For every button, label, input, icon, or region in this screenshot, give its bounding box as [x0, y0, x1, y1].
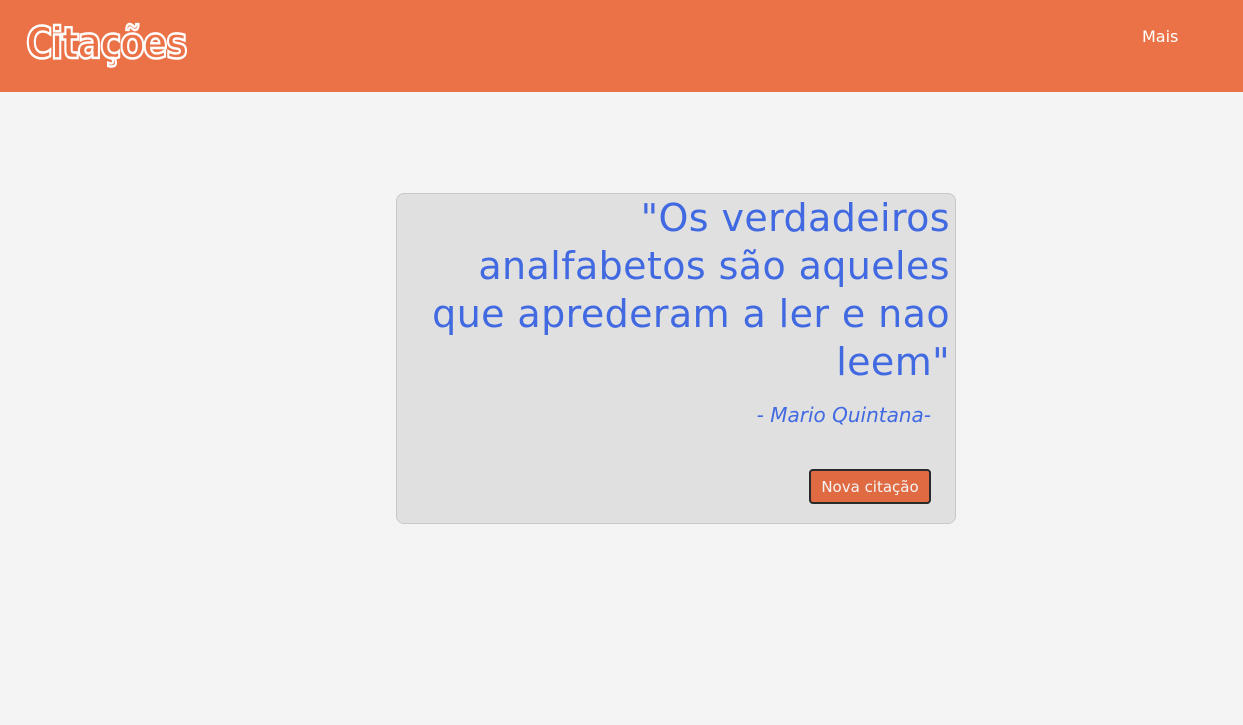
- quote-author: - Mario Quintana-: [756, 403, 931, 427]
- top-header: Citações Mais: [0, 0, 1243, 92]
- citacoes-logo[interactable]: Citações: [22, 6, 190, 80]
- logo-text: Citações: [26, 18, 187, 69]
- quote-card: "Os verdadeiros analfabetos são aqueles …: [396, 193, 956, 524]
- quote-text: "Os verdadeiros analfabetos são aqueles …: [432, 196, 950, 384]
- nav-more-link[interactable]: Mais: [1142, 27, 1178, 46]
- new-quote-button[interactable]: Nova citação: [809, 469, 931, 504]
